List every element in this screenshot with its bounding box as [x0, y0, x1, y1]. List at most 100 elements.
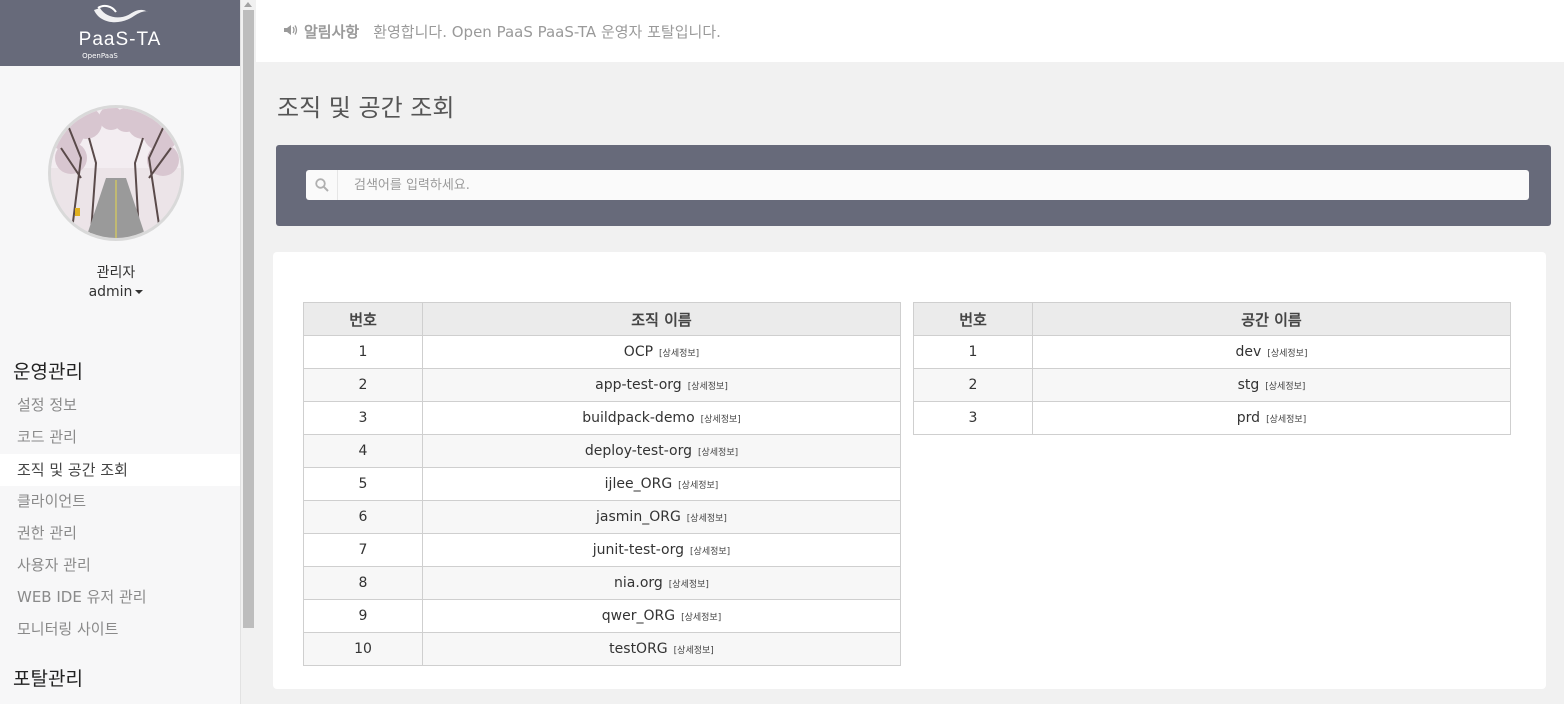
row-name[interactable]: nia.org	[614, 575, 663, 591]
detail-link[interactable]: [상세정보]	[1265, 382, 1305, 392]
caret-down-icon	[135, 290, 144, 294]
logo-title: PaaS-TA	[78, 29, 162, 50]
detail-link[interactable]: [상세정보]	[690, 547, 730, 557]
detail-link[interactable]: [상세정보]	[669, 580, 709, 590]
detail-link[interactable]: [상세정보]	[681, 613, 721, 623]
row-name[interactable]: app-test-org	[595, 377, 682, 393]
row-name-cell: dev [상세정보]	[1032, 335, 1511, 369]
column-header-number: 번호	[913, 302, 1033, 336]
sidebar-item-client[interactable]: 클라이언트	[0, 485, 240, 517]
logo[interactable]: PaaS-TA OpenPaaS	[0, 0, 240, 66]
sidebar-item-authority[interactable]: 권한 관리	[0, 517, 240, 549]
row-number: 1	[913, 335, 1033, 369]
table-row: 1 dev [상세정보]	[913, 335, 1511, 369]
row-name-cell: testORG [상세정보]	[422, 632, 901, 666]
detail-link[interactable]: [상세정보]	[698, 448, 738, 458]
row-name-cell: OCP [상세정보]	[422, 335, 901, 369]
row-name[interactable]: deploy-test-org	[585, 443, 692, 459]
row-name[interactable]: junit-test-org	[593, 542, 684, 558]
search-icon[interactable]	[306, 170, 338, 200]
menu-heading-portal[interactable]: 포탈관리	[13, 664, 83, 691]
search-box	[306, 170, 1529, 200]
scroll-up-icon[interactable]	[244, 2, 252, 7]
logo-swirl-icon	[94, 4, 148, 23]
row-name[interactable]: ijlee_ORG	[605, 476, 673, 492]
row-number: 8	[303, 566, 423, 600]
table-row: 5 ijlee_ORG [상세정보]	[303, 467, 901, 501]
table-row: 3 buildpack-demo [상세정보]	[303, 401, 901, 435]
table-row: 4 deploy-test-org [상세정보]	[303, 434, 901, 468]
row-name[interactable]: stg	[1238, 377, 1260, 393]
user-role: 관리자	[96, 265, 136, 281]
row-number: 3	[913, 401, 1033, 435]
search-panel	[276, 145, 1551, 226]
avatar	[48, 105, 184, 241]
row-name-cell: stg [상세정보]	[1032, 368, 1511, 402]
detail-link[interactable]: [상세정보]	[1266, 415, 1306, 425]
column-header-space-name: 공간 이름	[1032, 302, 1511, 336]
table-row: 10 testORG [상세정보]	[303, 632, 901, 666]
sidebar-item-monitoring[interactable]: 모니터링 사이트	[0, 613, 240, 645]
sidebar-scrollbar[interactable]	[240, 0, 255, 704]
table-row: 6 jasmin_ORG [상세정보]	[303, 500, 901, 534]
table-row: 3 prd [상세정보]	[913, 401, 1511, 435]
user-menu[interactable]: admin	[0, 284, 232, 300]
row-name[interactable]: testORG	[609, 641, 667, 657]
table-row: 1 OCP [상세정보]	[303, 335, 901, 369]
notice-text: 환영합니다. Open PaaS PaaS-TA 운영자 포탈입니다.	[373, 22, 721, 41]
row-number: 10	[303, 632, 423, 666]
sidebar-item-settings[interactable]: 설정 정보	[0, 389, 240, 421]
row-name[interactable]: OCP	[624, 344, 653, 360]
row-number: 6	[303, 500, 423, 534]
sidebar-item-code[interactable]: 코드 관리	[0, 421, 240, 453]
detail-link[interactable]: [상세정보]	[678, 481, 718, 491]
user-name: admin	[88, 284, 133, 300]
row-number: 5	[303, 467, 423, 501]
table-row: 8 nia.org [상세정보]	[303, 566, 901, 600]
row-name[interactable]: buildpack-demo	[582, 410, 694, 426]
logo-subtitle: OpenPaaS	[82, 52, 118, 60]
row-name-cell: deploy-test-org [상세정보]	[422, 434, 901, 468]
column-header-org-name: 조직 이름	[422, 302, 901, 336]
row-name-cell: app-test-org [상세정보]	[422, 368, 901, 402]
speaker-icon	[284, 24, 298, 39]
row-number: 7	[303, 533, 423, 567]
row-name-cell: buildpack-demo [상세정보]	[422, 401, 901, 435]
search-input[interactable]	[338, 171, 1529, 199]
page-title: 조직 및 공간 조회	[277, 94, 455, 122]
content-card: 번호 조직 이름 1 OCP [상세정보] 2 app-test-org [상세정보] 3 b…	[273, 252, 1546, 689]
row-number: 3	[303, 401, 423, 435]
detail-link[interactable]: [상세정보]	[1267, 349, 1307, 359]
row-number: 1	[303, 335, 423, 369]
row-number: 9	[303, 599, 423, 633]
row-name-cell: junit-test-org [상세정보]	[422, 533, 901, 567]
detail-link[interactable]: [상세정보]	[701, 415, 741, 425]
row-name[interactable]: dev	[1236, 344, 1262, 360]
table-row: 9 qwer_ORG [상세정보]	[303, 599, 901, 633]
row-name-cell: prd [상세정보]	[1032, 401, 1511, 435]
row-number: 2	[913, 368, 1033, 402]
table-header-row: 번호 조직 이름	[303, 302, 901, 336]
space-table: 번호 공간 이름 1 dev [상세정보] 2 stg [상세정보] 3 prd [상세정보]	[913, 302, 1511, 435]
row-name-cell: jasmin_ORG [상세정보]	[422, 500, 901, 534]
notice-bar: 알림사항 환영합니다. Open PaaS PaaS-TA 운영자 포탈입니다.	[256, 0, 1564, 62]
row-name[interactable]: jasmin_ORG	[596, 509, 681, 525]
table-header-row: 번호 공간 이름	[913, 302, 1511, 336]
scroll-thumb[interactable]	[243, 10, 254, 628]
sidebar-item-org-space[interactable]: 조직 및 공간 조회	[0, 454, 240, 486]
sidebar-item-users[interactable]: 사용자 관리	[0, 549, 240, 581]
detail-link[interactable]: [상세정보]	[659, 349, 699, 359]
menu-heading-operations[interactable]: 운영관리	[13, 357, 83, 384]
detail-link[interactable]: [상세정보]	[674, 646, 714, 656]
row-name[interactable]: prd	[1237, 410, 1260, 426]
detail-link[interactable]: [상세정보]	[688, 382, 728, 392]
column-header-number: 번호	[303, 302, 423, 336]
table-row: 7 junit-test-org [상세정보]	[303, 533, 901, 567]
org-table: 번호 조직 이름 1 OCP [상세정보] 2 app-test-org [상세정보] 3 b…	[303, 302, 901, 666]
sidebar-item-webide[interactable]: WEB IDE 유저 관리	[0, 581, 240, 613]
row-name-cell: ijlee_ORG [상세정보]	[422, 467, 901, 501]
row-name-cell: nia.org [상세정보]	[422, 566, 901, 600]
detail-link[interactable]: [상세정보]	[687, 514, 727, 524]
row-name[interactable]: qwer_ORG	[602, 608, 675, 624]
row-number: 4	[303, 434, 423, 468]
